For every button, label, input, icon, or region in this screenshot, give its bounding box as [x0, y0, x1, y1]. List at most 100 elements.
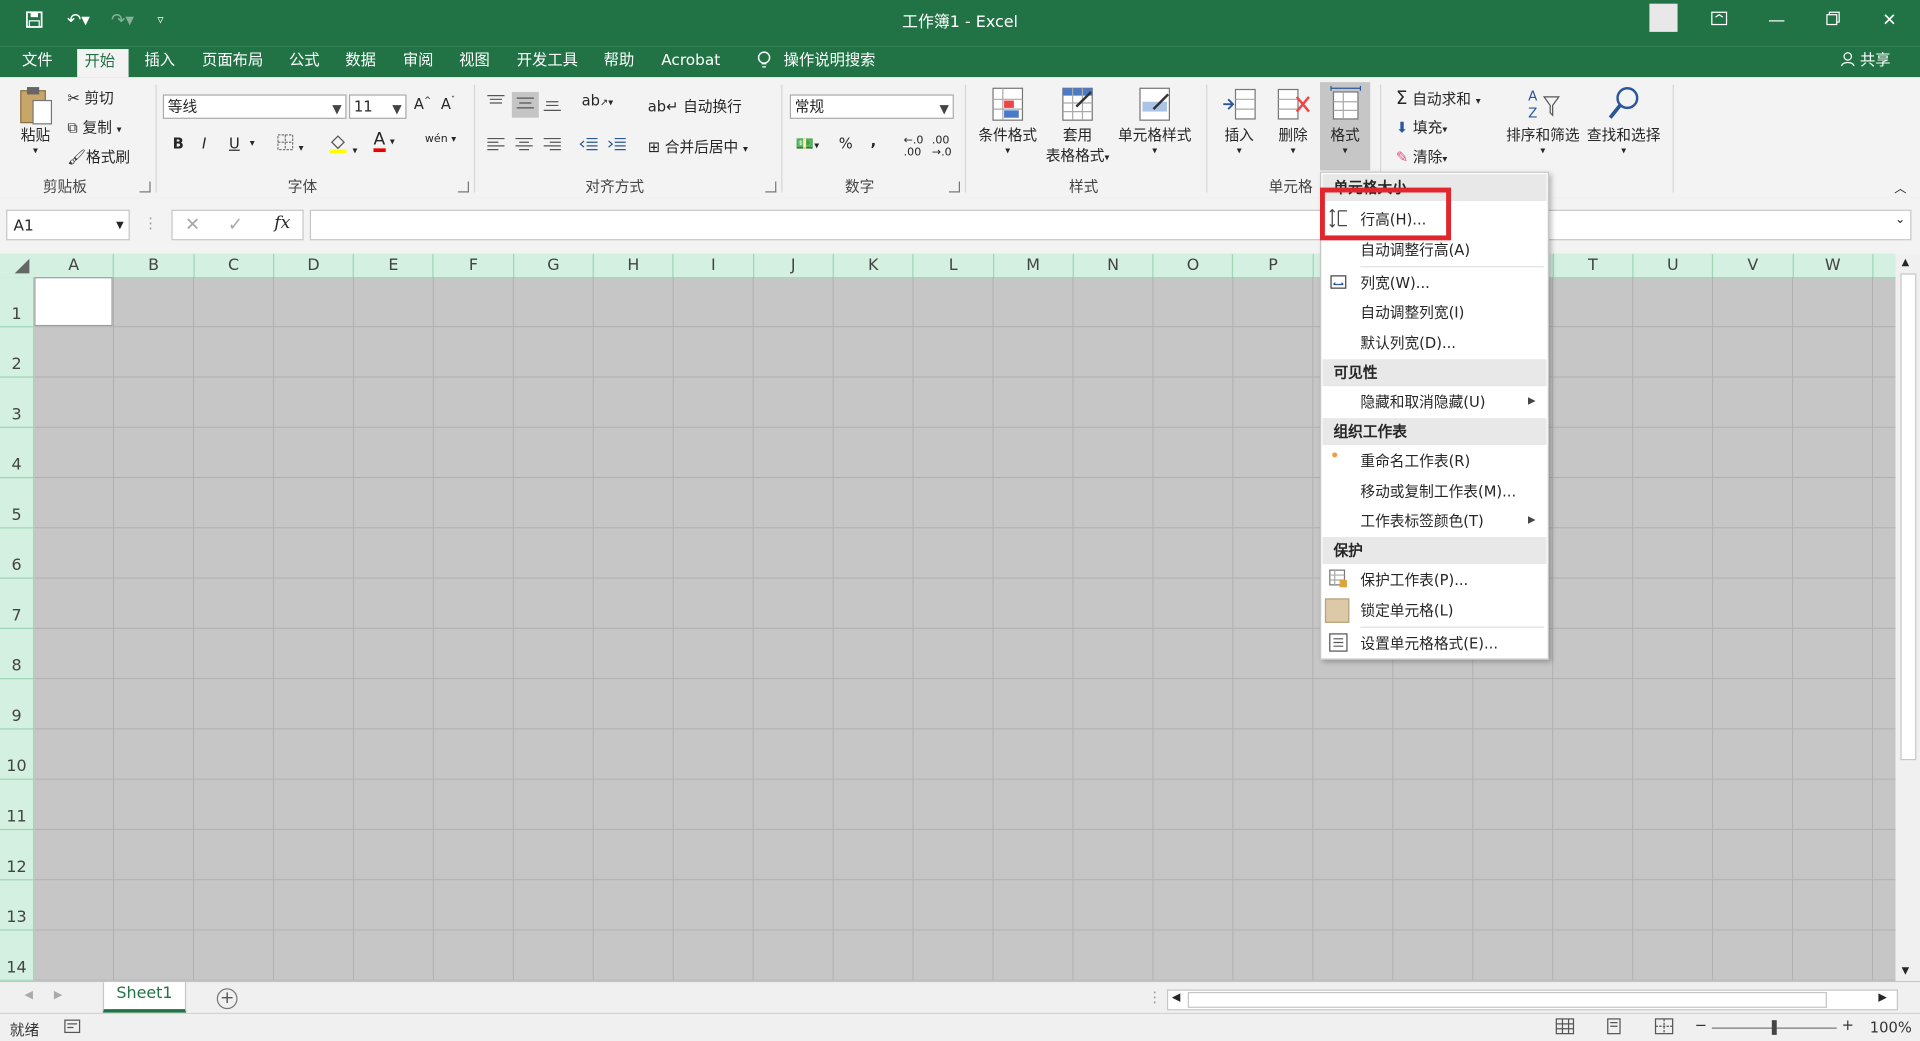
tab-view[interactable]: 视图 [452, 47, 497, 78]
scroll-up-icon[interactable]: ▲ [1902, 256, 1910, 267]
column-header[interactable]: G [514, 253, 594, 278]
column-header[interactable]: J [754, 253, 834, 278]
column-header[interactable]: C [194, 253, 275, 278]
macro-record-icon[interactable] [64, 1018, 81, 1039]
format-as-table-button[interactable]: 套用 表格格式▾ [1041, 85, 1114, 166]
formula-input[interactable]: ⌄ [309, 209, 1912, 241]
copy-button[interactable]: ⧉ 复制 ▾ [67, 116, 121, 137]
row-header[interactable]: 6 [0, 528, 34, 579]
enter-check-icon[interactable]: ✓ [228, 213, 243, 235]
tab-acrobat[interactable]: Acrobat [654, 47, 728, 78]
column-header[interactable]: V [1713, 253, 1794, 278]
menu-item-column-width[interactable]: 列宽(W)... [1360, 270, 1544, 297]
column-header[interactable]: W [1793, 253, 1874, 278]
column-header[interactable]: O [1154, 253, 1234, 278]
column-header[interactable]: P [1234, 253, 1314, 278]
underline-button[interactable]: U [229, 135, 240, 152]
align-right-icon[interactable] [542, 136, 562, 157]
cells-area[interactable] [34, 277, 1896, 981]
horizontal-scroll-thumb[interactable] [1187, 991, 1827, 1008]
menu-item-move-copy-sheet[interactable]: 移动或复制工作表(M)... [1360, 478, 1544, 505]
menu-item-hide-unhide[interactable]: 隐藏和取消隐藏(U) [1360, 389, 1544, 416]
tab-developer[interactable]: 开发工具 [509, 47, 585, 78]
menu-item-lock-cell[interactable]: 锁定单元格(L) [1360, 597, 1544, 624]
format-cells-button[interactable]: 格式 ▾ [1320, 82, 1371, 171]
fill-color-button[interactable]: ▾ [328, 134, 357, 157]
accounting-format-icon[interactable]: 💵▾ [796, 135, 819, 152]
tab-split-icon[interactable]: ⋮ [1147, 988, 1162, 1005]
sort-filter-button[interactable]: AZ 排序和筛选 ▾ [1504, 85, 1582, 156]
row-header[interactable]: 1 [0, 277, 34, 328]
decrease-decimal-icon[interactable]: .00 →.0 [932, 135, 952, 160]
row-header[interactable]: 10 [0, 730, 34, 780]
collapse-ribbon-icon[interactable]: ︿ [1894, 178, 1906, 196]
row-header[interactable]: 7 [0, 579, 34, 630]
column-header[interactable]: H [594, 253, 674, 278]
cell-a1-selected[interactable] [34, 277, 113, 327]
align-top-icon[interactable] [486, 94, 506, 115]
delete-cells-button[interactable]: 删除 ▾ [1269, 85, 1318, 156]
number-format-combo[interactable]: 常规 ▼ [789, 94, 954, 119]
row-header[interactable]: 14 [0, 931, 34, 981]
align-left-icon[interactable] [486, 136, 506, 157]
grow-font-icon[interactable]: A^ [414, 96, 431, 113]
tab-review[interactable]: 审阅 [396, 47, 441, 78]
wrap-text-button[interactable]: ab↵ 自动换行 [648, 96, 742, 117]
bold-button[interactable]: B [173, 135, 184, 152]
select-all-button[interactable] [0, 254, 33, 277]
conditional-format-button[interactable]: 条件格式 ▾ [973, 85, 1042, 156]
find-select-button[interactable]: 查找和选择 ▾ [1583, 85, 1664, 156]
vertical-scroll-thumb[interactable] [1900, 273, 1917, 761]
merge-center-button[interactable]: ⊞ 合并后居中 ▾ [648, 136, 748, 157]
font-name-combo[interactable]: 等线 ▼ [162, 94, 347, 119]
menu-item-default-width[interactable]: 默认列宽(D)... [1360, 330, 1544, 357]
menu-item-rename-sheet[interactable]: 重命名工作表(R) [1360, 448, 1544, 475]
phonetic-button[interactable]: wén ▾ [425, 134, 456, 146]
tab-data[interactable]: 数据 [338, 47, 383, 78]
decrease-indent-icon[interactable] [579, 136, 599, 157]
format-painter-button[interactable]: 🖌格式刷 [67, 146, 130, 167]
shrink-font-icon[interactable]: Aˇ [441, 96, 455, 113]
autosum-button[interactable]: Σ 自动求和 ▾ [1396, 87, 1481, 109]
align-center-icon[interactable] [514, 136, 534, 157]
row-header[interactable]: 4 [0, 428, 34, 479]
column-header[interactable]: K [834, 253, 914, 278]
add-sheet-icon[interactable]: + [216, 988, 238, 1010]
expand-formula-icon[interactable]: ⌄ [1895, 213, 1905, 226]
increase-decimal-icon[interactable]: ←.0.00 [904, 135, 924, 160]
alignment-launcher-icon[interactable] [765, 181, 777, 193]
sheet-tab-sheet1[interactable]: Sheet1 [102, 982, 187, 1013]
align-middle-icon[interactable] [511, 91, 539, 118]
orientation-icon[interactable]: ab↗▾ [582, 92, 613, 109]
normal-view-icon[interactable] [1555, 1018, 1575, 1039]
column-header[interactable]: A [34, 253, 115, 278]
scroll-left-icon[interactable]: ◀ [1172, 992, 1180, 1004]
tab-formulas[interactable]: 公式 [282, 47, 327, 78]
ribbon-display-icon[interactable] [1701, 7, 1738, 34]
zoom-level[interactable]: 100% [1870, 1019, 1912, 1036]
italic-button[interactable]: I [202, 135, 206, 152]
row-header[interactable]: 12 [0, 830, 34, 881]
number-launcher-icon[interactable] [948, 181, 961, 193]
font-color-button[interactable]: A ▾ [373, 131, 395, 153]
column-header[interactable]: U [1633, 253, 1714, 278]
underline-dropdown-icon[interactable]: ▾ [250, 137, 255, 148]
scroll-down-icon[interactable]: ▼ [1902, 965, 1910, 976]
tab-file[interactable]: 文件 [15, 47, 60, 78]
row-header[interactable]: 9 [0, 679, 34, 730]
font-size-combo[interactable]: 11 ▼ [348, 94, 407, 119]
restore-icon[interactable] [1815, 7, 1852, 34]
clear-button[interactable]: ✎ 清除▾ [1396, 146, 1447, 167]
row-header[interactable]: 3 [0, 378, 34, 428]
row-header[interactable]: 2 [0, 327, 34, 378]
column-header[interactable]: N [1074, 253, 1154, 278]
prev-sheet-icon[interactable]: ◀ [24, 990, 32, 1002]
column-header[interactable]: D [274, 253, 355, 278]
page-break-view-icon[interactable] [1654, 1018, 1674, 1039]
minimize-icon[interactable]: — [1758, 7, 1795, 34]
tab-help[interactable]: 帮助 [596, 47, 641, 78]
zoom-out-icon[interactable]: − [1695, 1016, 1707, 1033]
comma-style-button[interactable]: , [871, 132, 877, 149]
cell-styles-button[interactable]: 单元格样式 ▾ [1114, 85, 1195, 156]
tab-page-layout[interactable]: 页面布局 [195, 47, 271, 78]
